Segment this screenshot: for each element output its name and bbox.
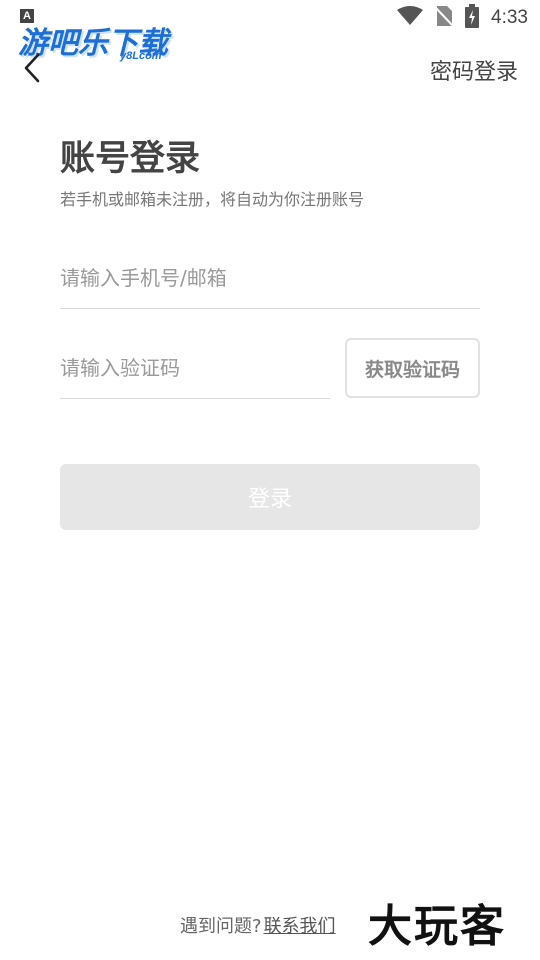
page-title: 账号登录 xyxy=(60,139,201,179)
login-button[interactable]: 登录 xyxy=(60,464,480,530)
chevron-left-icon xyxy=(23,53,41,87)
password-login-link[interactable]: 密码登录 xyxy=(430,54,518,86)
back-button[interactable] xyxy=(14,48,50,92)
top-bar: 密码登录 xyxy=(0,48,540,92)
help-footer: 遇到问题? 联系我们 xyxy=(180,912,336,938)
status-icons: 4:33 xyxy=(397,4,528,32)
battery-charging-icon xyxy=(465,4,480,32)
get-code-button[interactable]: 获取验证码 xyxy=(345,338,480,398)
contact-us-link[interactable]: 联系我们 xyxy=(264,912,336,938)
no-sim-icon xyxy=(434,5,454,31)
brand-watermark: 大玩客 xyxy=(368,901,506,952)
help-question: 遇到问题? xyxy=(180,916,262,937)
page-subtitle: 若手机或邮箱未注册，将自动为你注册账号 xyxy=(60,190,365,209)
wifi-icon xyxy=(397,6,424,30)
phone-email-input[interactable] xyxy=(60,248,480,309)
verification-code-input[interactable] xyxy=(60,338,330,399)
clock: 4:33 xyxy=(491,7,528,28)
